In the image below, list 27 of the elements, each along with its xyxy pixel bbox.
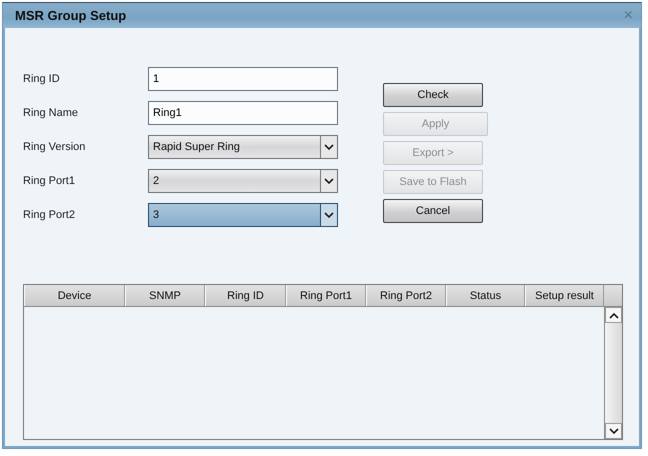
action-button[interactable]: Cancel — [383, 199, 483, 223]
column-header[interactable]: Ring Port1 — [286, 285, 366, 306]
chevron-down-icon[interactable] — [324, 144, 334, 150]
column-header[interactable]: Status — [446, 285, 525, 306]
scroll-down-icon[interactable] — [608, 428, 618, 434]
scrollbar[interactable] — [604, 307, 622, 439]
column-header[interactable]: Device — [24, 285, 125, 306]
action-button[interactable]: Check — [383, 83, 483, 107]
field-label: Ring Name — [23, 107, 80, 119]
column-header[interactable]: Setup result — [525, 285, 604, 306]
input-field[interactable]: 1 — [148, 67, 338, 91]
field-label: Ring Port2 — [23, 209, 76, 221]
field-label: Ring Port1 — [23, 175, 76, 187]
dropdown-field[interactable]: Rapid Super Ring — [148, 135, 338, 159]
chevron-down-icon[interactable] — [324, 212, 334, 218]
field-label: Ring Version — [23, 141, 86, 153]
dropdown-field[interactable]: 2 — [148, 169, 338, 193]
input-field[interactable]: Ring1 — [148, 101, 338, 125]
window-title: MSR Group Setup — [15, 8, 126, 23]
column-header[interactable]: Ring Port2 — [366, 285, 446, 306]
header-filler — [604, 285, 622, 306]
field-label: Ring ID — [23, 73, 61, 85]
scroll-up-icon[interactable] — [608, 312, 618, 318]
dropdown-field[interactable]: 3 — [148, 203, 338, 227]
column-header[interactable]: SNMP — [125, 285, 205, 306]
chevron-down-icon[interactable] — [324, 178, 334, 184]
column-header[interactable]: Ring ID — [205, 285, 286, 306]
